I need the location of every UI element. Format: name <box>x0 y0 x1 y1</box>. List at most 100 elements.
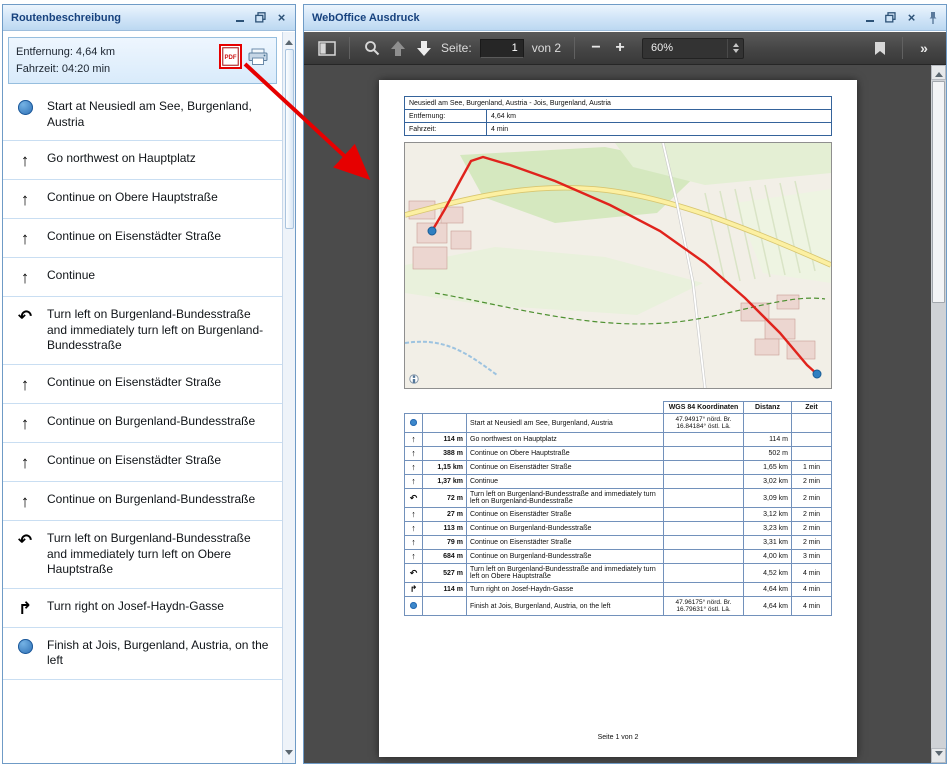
pdf-page-area: Neusiedl am See, Burgenland, Austria - J… <box>304 65 931 763</box>
cumulative-distance: 4,64 km <box>744 583 792 597</box>
pin-button[interactable] <box>924 10 941 26</box>
scroll-up-icon[interactable] <box>285 36 293 45</box>
route-table-row: ↑ 1,37 km Continue 3,02 km 2 min <box>405 475 832 489</box>
zoom-out-button[interactable]: − <box>584 35 608 61</box>
maneuver-icon: ↑ <box>3 453 47 471</box>
cumulative-distance: 4,52 km <box>744 564 792 583</box>
maneuver-text: Start at Neusiedl am See, Burgenland, Au… <box>467 414 664 433</box>
route-step[interactable]: ↑ Continue on Burgenland-Bundesstraße <box>3 482 282 521</box>
route-panel-body: Entfernung: 4,64 km Fahrzeit: 04:20 min … <box>3 32 282 763</box>
route-step[interactable]: Finish at Jois, Burgenland, Austria, on … <box>3 628 282 680</box>
segment-distance: 1,37 km <box>423 475 467 489</box>
cumulative-distance: 114 m <box>744 433 792 447</box>
maneuver-text: Continue on Eisenstädter Straße <box>467 508 664 522</box>
restore-button[interactable] <box>252 10 269 26</box>
bookmark-button[interactable] <box>867 35 893 61</box>
route-table-header: WGS 84 Koordinaten Distanz Zeit <box>405 402 832 414</box>
cumulative-distance: 3,09 km <box>744 489 792 508</box>
maneuver-icon: ↑ <box>3 492 47 510</box>
segment-distance: 114 m <box>423 583 467 597</box>
previous-page-button[interactable] <box>385 35 411 61</box>
cumulative-time: 2 min <box>792 475 832 489</box>
step-text: Go northwest on Hauptplatz <box>47 151 204 169</box>
close-button[interactable]: × <box>903 10 920 26</box>
cumulative-distance: 3,31 km <box>744 536 792 550</box>
zoom-spinner-icon <box>727 39 743 58</box>
route-table-row: ↱ 114 m Turn right on Josef-Haydn-Gasse … <box>405 583 832 597</box>
maneuver-text: Turn left on Burgenland-Bundesstraße and… <box>467 564 664 583</box>
maneuver-icon: ↶ <box>410 493 418 503</box>
route-step[interactable]: ↑ Continue <box>3 258 282 297</box>
maneuver-icon <box>3 99 47 130</box>
route-table-row: ↑ 113 m Continue on Burgenland-Bundesstr… <box>405 522 832 536</box>
viewer-scrollbar[interactable] <box>931 65 946 763</box>
document-route-title: Neusiedl am See, Burgenland, Austria - J… <box>405 97 832 110</box>
restore-icon <box>255 12 266 23</box>
coordinates-value <box>664 508 744 522</box>
segment-distance: 388 m <box>423 447 467 461</box>
minimize-button[interactable] <box>861 10 878 26</box>
step-text: Start at Neusiedl am See, Burgenland, Au… <box>47 99 278 130</box>
page-label: Seite: <box>441 41 472 55</box>
search-button[interactable] <box>359 35 385 61</box>
step-text: Turn right on Josef-Haydn-Gasse <box>47 599 232 617</box>
route-step[interactable]: ↑ Continue on Eisenstädter Straße <box>3 219 282 258</box>
scroll-down-button[interactable] <box>931 748 946 763</box>
route-table-row: Finish at Jois, Burgenland, Austria, on … <box>405 597 832 616</box>
route-step[interactable]: ↑ Continue on Eisenstädter Straße <box>3 365 282 404</box>
sidebar-toggle-button[interactable] <box>314 35 340 61</box>
document-distance-label: Entfernung: <box>405 110 487 123</box>
route-step[interactable]: ↑ Continue on Eisenstädter Straße <box>3 443 282 482</box>
maneuver-text: Turn right on Josef-Haydn-Gasse <box>467 583 664 597</box>
next-page-button[interactable] <box>411 35 437 61</box>
maneuver-icon: ↑ <box>411 476 416 486</box>
coordinates-value <box>664 489 744 508</box>
minimize-button[interactable] <box>231 10 248 26</box>
pdf-icon: PDF <box>222 47 239 66</box>
route-step[interactable]: ↑ Continue on Burgenland-Bundesstraße <box>3 404 282 443</box>
cumulative-time: 4 min <box>792 564 832 583</box>
route-table-row: ↑ 27 m Continue on Eisenstädter Straße 3… <box>405 508 832 522</box>
restore-button[interactable] <box>882 10 899 26</box>
print-panel-titlebar: WebOffice Ausdruck × <box>304 5 946 31</box>
route-map <box>404 142 832 389</box>
route-table-body: Start at Neusiedl am See, Burgenland, Au… <box>405 414 832 616</box>
route-step[interactable]: ↱ Turn right on Josef-Haydn-Gasse <box>3 589 282 628</box>
document-duration-value: 4 min <box>487 123 832 136</box>
scrollbar-thumb[interactable] <box>285 49 294 229</box>
segment-distance: 72 m <box>423 489 467 508</box>
maneuver-icon: ↑ <box>411 509 416 519</box>
toolbar-separator <box>349 37 350 59</box>
route-step[interactable]: ↶ Turn left on Burgenland-Bundesstraße a… <box>3 521 282 589</box>
route-step[interactable]: ↑ Continue on Obere Hauptstraße <box>3 180 282 219</box>
maneuver-text: Continue on Burgenland-Bundesstraße <box>467 550 664 564</box>
route-step[interactable]: ↑ Go northwest on Hauptplatz <box>3 141 282 180</box>
minimize-icon <box>236 20 244 22</box>
search-icon <box>364 40 380 56</box>
coordinates-value <box>664 461 744 475</box>
more-tools-button[interactable]: » <box>912 35 936 61</box>
route-table: WGS 84 Koordinaten Distanz Zeit Start at… <box>404 401 832 616</box>
coordinates-value <box>664 564 744 583</box>
scrollbar-thumb[interactable] <box>932 81 945 303</box>
segment-distance: 1,15 km <box>423 461 467 475</box>
print-button[interactable] <box>247 48 269 66</box>
close-button[interactable]: × <box>273 10 290 26</box>
zoom-in-button[interactable]: + <box>608 35 632 61</box>
cumulative-time <box>792 414 832 433</box>
maneuver-text: Finish at Jois, Burgenland, Austria, on … <box>467 597 664 616</box>
step-text: Continue <box>47 268 103 286</box>
route-step[interactable]: Start at Neusiedl am See, Burgenland, Au… <box>3 89 282 141</box>
maneuver-text: Continue <box>467 475 664 489</box>
scroll-down-icon[interactable] <box>285 750 293 759</box>
page-input[interactable] <box>480 39 524 58</box>
route-panel-scrollbar[interactable] <box>282 32 295 763</box>
maneuver-icon: ↑ <box>3 414 47 432</box>
cumulative-distance <box>744 414 792 433</box>
zoom-select[interactable]: 60% <box>642 38 744 59</box>
route-steps-list: Start at Neusiedl am See, Burgenland, Au… <box>3 89 282 680</box>
scroll-up-button[interactable] <box>931 65 946 80</box>
cumulative-time: 2 min <box>792 536 832 550</box>
pdf-export-button[interactable]: PDF <box>222 47 239 66</box>
route-step[interactable]: ↶ Turn left on Burgenland-Bundesstraße a… <box>3 297 282 365</box>
